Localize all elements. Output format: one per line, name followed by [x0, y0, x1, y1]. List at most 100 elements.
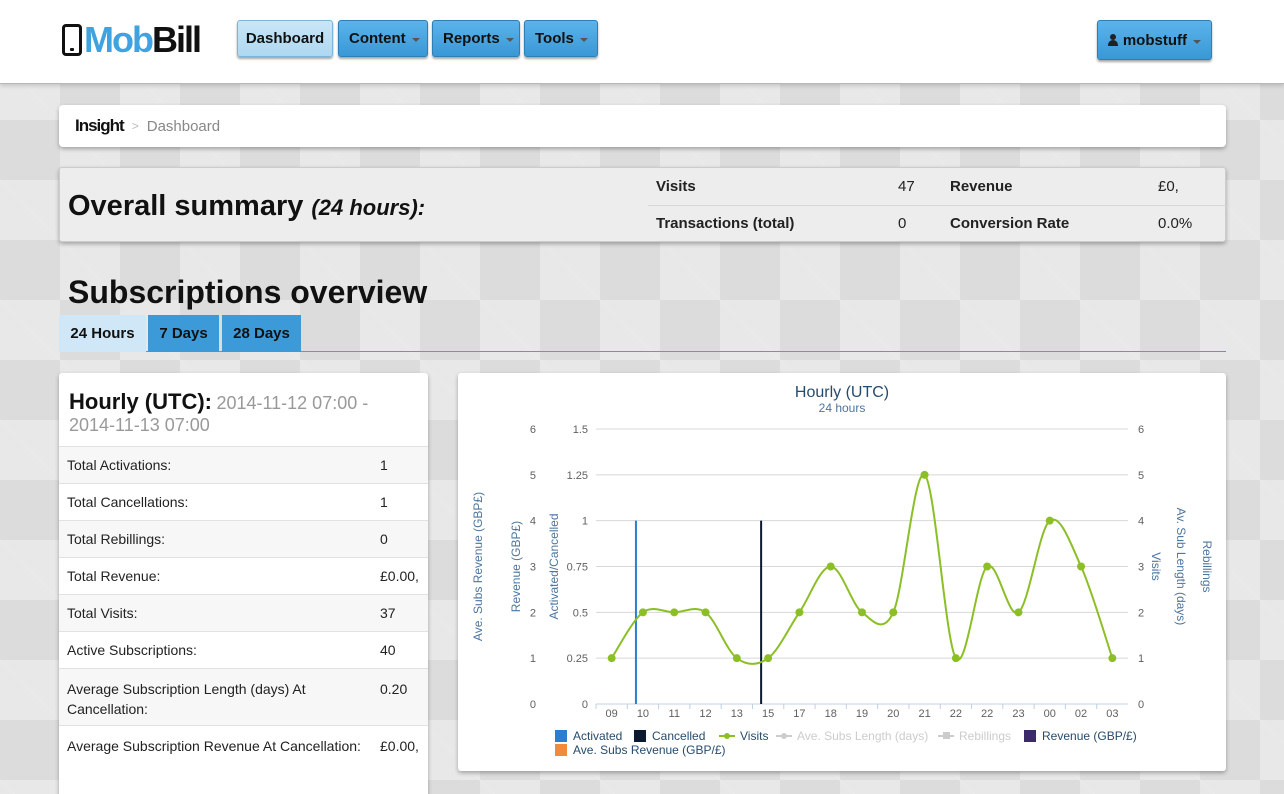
visits-point [1108, 654, 1117, 663]
table-row: Total Cancellations: 1 [59, 483, 428, 521]
conversion-rate-value: 0.0% [1158, 215, 1193, 233]
visits-point [701, 608, 710, 617]
x-tick-label: 09 [606, 708, 618, 720]
visits-point [983, 562, 992, 571]
y-axis-title-ave-subs-revenue: Ave. Subs Revenue (GBP£) [471, 492, 485, 641]
summary-title-text: Overall summary [68, 190, 304, 222]
visits-label: Visits [648, 168, 890, 206]
y-tick-label-visits: 6 [1138, 424, 1144, 436]
chevron-down-icon [1193, 39, 1201, 44]
stat-label: Total Cancellations: [59, 483, 380, 521]
y-tick-label-ave-subs-revenue: 5 [530, 470, 536, 482]
bar-cancelled [760, 520, 763, 704]
nav-reports-label: Reports [443, 30, 500, 47]
bar-activated [634, 520, 637, 704]
top-navbar: MobBill Dashboard Content Reports Tools … [0, 0, 1284, 84]
visits-point [858, 608, 866, 617]
legend-visits-marker [724, 733, 730, 739]
stat-value: 37 [380, 594, 428, 632]
tab-7-days[interactable]: 7 Days [148, 315, 219, 352]
y-tick-label-ave-subs-revenue: 1 [530, 653, 536, 665]
visits-point [1045, 516, 1054, 525]
logo-text-bill: Bill [151, 19, 202, 60]
user-icon [1108, 34, 1118, 46]
summary-title: Overall summary (24 hours): [68, 190, 425, 223]
chevron-down-icon [411, 38, 420, 42]
y-axis-title-av-sub-length: Av. Sub Length (days) [1174, 508, 1188, 626]
x-tick-label: 11 [669, 708, 680, 720]
visits-point [1014, 608, 1023, 617]
nav-content-label: Content [349, 30, 406, 47]
stat-value: 1 [380, 446, 428, 484]
stat-label: Total Visits: [59, 594, 380, 632]
y-tick-label-ave-subs-revenue: 0 [530, 699, 536, 711]
visits-line [610, 473, 1114, 665]
chart-subtitle: 24 hours [819, 401, 866, 415]
stat-value: 0 [380, 520, 428, 558]
y-axis-title-activated-cancelled: Activated/Cancelled [547, 513, 561, 619]
table-row: Total Revenue: £0.00, [59, 557, 428, 595]
nav-dashboard-button[interactable]: Dashboard [237, 20, 333, 57]
y-tick-label-activated-cancelled: 0.5 [573, 607, 588, 619]
legend-revenue-swatch [1024, 730, 1036, 742]
visits-value: 47 [890, 168, 942, 206]
x-tick-label: 15 [762, 708, 774, 720]
legend-rebillings-label: Rebillings [959, 729, 1011, 743]
revenue-label: Revenue [942, 168, 1150, 206]
username-label: mobstuff [1122, 31, 1187, 49]
y-tick-label-ave-subs-revenue: 4 [530, 516, 536, 528]
stat-value: 1 [380, 483, 428, 521]
x-tick-label: 18 [825, 708, 837, 720]
visits-point [951, 654, 960, 663]
y-tick-label-visits: 3 [1138, 562, 1144, 574]
subscriptions-title: Subscriptions overview [68, 274, 428, 310]
hourly-chart: Hourly (UTC)24 hours0 0 01 0.25 12 0.5 23 0.75 3… [471, 384, 1214, 757]
table-row: Average Subscription Revenue At Cancella… [59, 725, 428, 783]
table-row: Total Rebillings: 0 [59, 520, 428, 558]
visits-point [638, 608, 647, 617]
y-tick-label-ave-subs-revenue: 3 [530, 562, 536, 574]
conversion-rate-label: Conversion Rate [950, 215, 1070, 233]
stat-label: Active Subscriptions: [59, 631, 380, 669]
y-tick-label-ave-subs-revenue: 6 [530, 424, 536, 436]
visits-point [920, 470, 929, 479]
transactions-label: Transactions (total) [656, 215, 795, 233]
legend-visits-label: Visits [740, 729, 768, 743]
breadcrumb-root-link[interactable]: Insight [75, 116, 125, 136]
y-axis-title-revenue: Revenue (GBP£) [509, 521, 523, 612]
stats-heading: Hourly (UTC): 2014-11-12 07:00 - 2014-11… [59, 373, 428, 446]
nav-reports-button[interactable]: Reports [432, 20, 520, 57]
y-tick-label-visits: 0 [1138, 699, 1144, 711]
y-axis-title-visits: Visits [1149, 552, 1163, 580]
tab-28-days[interactable]: 28 Days [222, 315, 301, 352]
nav-tools-button[interactable]: Tools [524, 20, 598, 57]
revenue-value: £0, [1150, 168, 1226, 206]
chevron-down-icon [579, 38, 588, 42]
x-tick-label: 19 [856, 708, 868, 720]
y-axis-title-rebillings: Rebillings [1200, 540, 1214, 592]
phone-icon [62, 24, 82, 56]
nav-content-button[interactable]: Content [338, 20, 428, 57]
y-tick-label-activated-cancelled: 0 [582, 699, 588, 711]
visits-point [826, 562, 835, 571]
stat-label: Average Subscription Revenue At Cancella… [59, 725, 380, 783]
nav-tools-label: Tools [535, 30, 574, 47]
user-menu-button[interactable]: mobstuff [1097, 20, 1212, 60]
stats-heading-title: Hourly (UTC): [69, 389, 212, 414]
y-tick-label-visits: 1 [1138, 653, 1144, 665]
y-tick-label-activated-cancelled: 0.75 [567, 562, 588, 574]
stat-label: Average Subscription Length (days) At Ca… [59, 668, 380, 726]
tab-24-hours[interactable]: 24 Hours [59, 315, 146, 352]
y-tick-label-activated-cancelled: 1 [582, 516, 588, 528]
mobbill-logo[interactable]: MobBill [62, 19, 202, 60]
x-tick-label: 22 [950, 708, 962, 720]
breadcrumb-current: Dashboard [146, 117, 221, 135]
y-tick-label-visits: 4 [1138, 516, 1144, 528]
breadcrumb: Insight > Dashboard [59, 105, 1226, 147]
legend-cancelled-label: Cancelled [652, 729, 705, 743]
visits-point [732, 654, 741, 663]
x-tick-label: 12 [699, 708, 711, 720]
x-tick-label: 17 [793, 708, 805, 720]
x-tick-label: 03 [1106, 708, 1118, 720]
x-tick-label: 22 [981, 708, 993, 720]
